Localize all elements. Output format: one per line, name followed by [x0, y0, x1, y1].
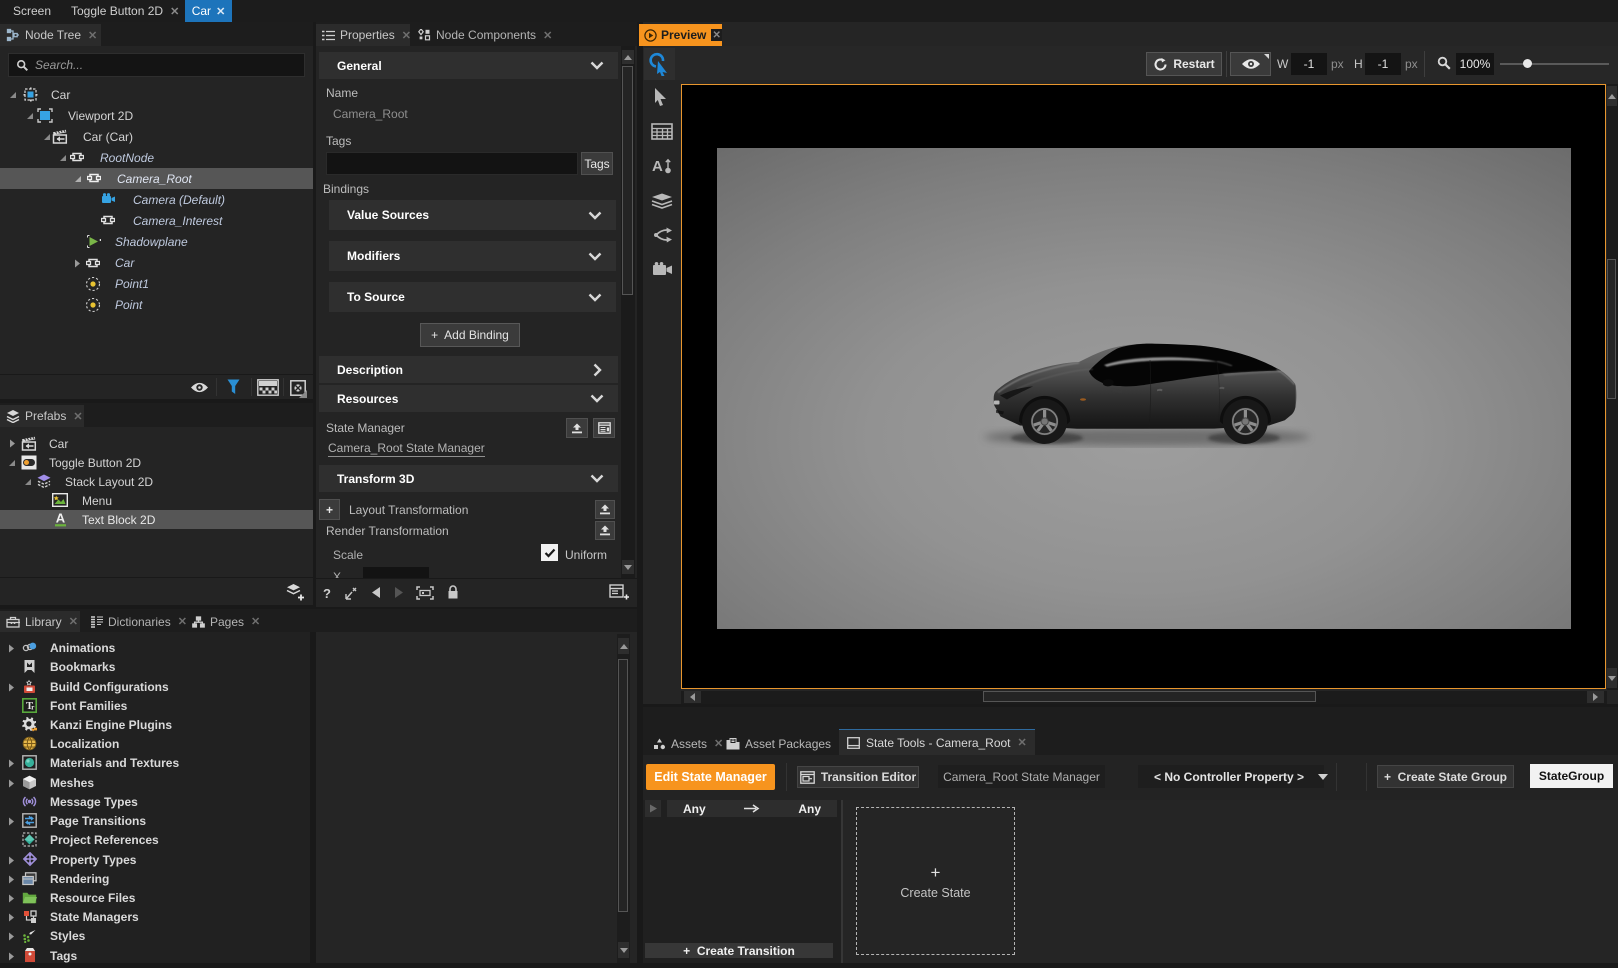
svg-text:A: A [652, 158, 663, 175]
svg-text:r: r [31, 704, 34, 712]
svg-text:A: A [56, 511, 66, 526]
